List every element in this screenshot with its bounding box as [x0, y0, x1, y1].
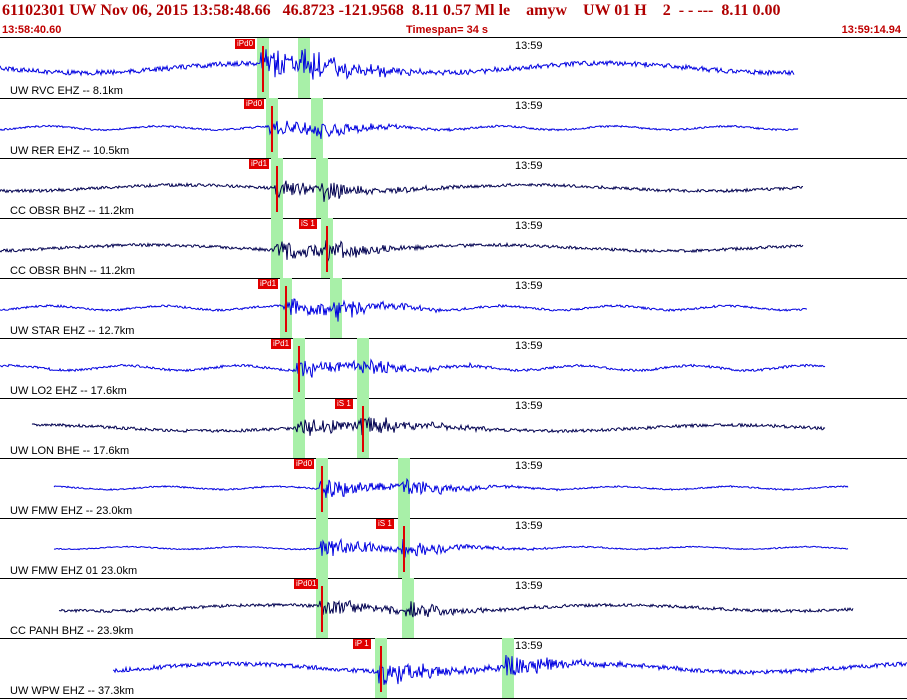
pick-tag[interactable]: iP 1: [353, 639, 371, 649]
waveform-plot: [53, 458, 849, 518]
waveform-plot: [0, 38, 795, 98]
waveform-plot: [58, 578, 854, 638]
pick-tag[interactable]: iS 1: [299, 219, 317, 229]
time-marker-label: 13:59: [515, 640, 543, 652]
waveform-trace: [53, 477, 849, 498]
p-window: [271, 218, 283, 278]
waveform-plot: [112, 638, 907, 698]
channel-panel[interactable]: 13:59 iP 1 UW WPW EHZ -- 37.3km: [0, 638, 907, 699]
channel-panel[interactable]: 13:59 iS 1 UW LON BHE -- 17.6km: [0, 398, 907, 459]
channel-panel[interactable]: 13:59 iS 1 UW FMW EHZ 01 23.0km: [0, 518, 907, 579]
time-marker-label: 13:59: [515, 520, 543, 532]
waveform-plot: [31, 398, 826, 458]
waveform-trace: [0, 240, 804, 262]
channel-label: UW RVC EHZ -- 8.1km: [10, 85, 123, 97]
channel-label: UW FMW EHZ 01 23.0km: [10, 565, 138, 577]
waveform-trace: [53, 537, 849, 558]
pick-tag[interactable]: iS 1: [335, 399, 353, 409]
channel-panel[interactable]: 13:59 iPd1 UW STAR EHZ -- 12.7km: [0, 278, 907, 339]
waveform-plot: [0, 158, 804, 218]
waveform-trace: [0, 298, 807, 322]
channel-label: CC OBSR BHZ -- 11.2km: [10, 205, 134, 217]
time-marker-label: 13:59: [515, 340, 543, 352]
waveform-trace: [0, 120, 799, 139]
waveform-plot: [0, 218, 804, 278]
waveform-trace: [0, 358, 826, 378]
pick-tag[interactable]: iPd01: [294, 579, 319, 589]
pick-tag[interactable]: iPd1: [249, 159, 270, 169]
time-marker-label: 13:59: [515, 160, 543, 172]
waveform-trace: [58, 599, 854, 618]
channel-panel[interactable]: 13:59 iPd0 UW RVC EHZ -- 8.1km: [0, 38, 907, 99]
pick-tag[interactable]: iPd1: [258, 279, 279, 289]
event-title: 61102301 UW Nov 06, 2015 13:58:48.66 46.…: [2, 2, 781, 19]
time-marker-label: 13:59: [515, 400, 543, 412]
waveform-trace: [0, 48, 795, 80]
pick-tag[interactable]: iPd1: [271, 339, 292, 349]
channel-label: UW RER EHZ -- 10.5km: [10, 145, 130, 157]
channel-label: UW WPW EHZ -- 37.3km: [10, 685, 135, 697]
pick-tag[interactable]: iPd0: [244, 99, 265, 109]
time-marker-label: 13:59: [515, 280, 543, 292]
waveform-plot: [0, 98, 799, 158]
channel-label: UW FMW EHZ -- 23.0km: [10, 505, 133, 517]
channel-panel[interactable]: 13:59 iPd1 CC OBSR BHZ -- 11.2km: [0, 158, 907, 219]
s-window: [402, 578, 414, 638]
time-marker-label: 13:59: [515, 100, 543, 112]
channel-panel[interactable]: 13:59 iPd01 CC PANH BHZ -- 23.9km: [0, 578, 907, 639]
time-marker-label: 13:59: [515, 40, 543, 52]
s-window: [316, 158, 328, 218]
channel-panel[interactable]: 13:59 iPd1 UW LO2 EHZ -- 17.6km: [0, 338, 907, 399]
pick-tag[interactable]: iPd0: [235, 39, 256, 49]
channel-label: UW LO2 EHZ -- 17.6km: [10, 385, 127, 397]
waveform-plot: [0, 278, 807, 338]
channel-panel[interactable]: 13:59 iPd0 UW RER EHZ -- 10.5km: [0, 98, 907, 159]
pick-tag[interactable]: iS 1: [376, 519, 394, 529]
event-header: 61102301 UW Nov 06, 2015 13:58:48.66 46.…: [0, 0, 907, 38]
channel-panel[interactable]: 13:59 iPd0 UW FMW EHZ -- 23.0km: [0, 458, 907, 519]
p-window: [293, 398, 305, 458]
s-window: [311, 98, 323, 158]
time-marker-label: 13:59: [515, 460, 543, 472]
channel-panel[interactable]: 13:59 iS 1 CC OBSR BHN -- 11.2km: [0, 218, 907, 279]
channel-label: UW LON BHE -- 17.6km: [10, 445, 130, 457]
channel-label: CC PANH BHZ -- 23.9km: [10, 625, 134, 637]
channel-label: CC OBSR BHN -- 11.2km: [10, 265, 136, 277]
waveform-trace: [0, 180, 804, 202]
time-marker-label: 13:59: [515, 220, 543, 232]
start-time: 13:58:40.60: [2, 24, 62, 36]
time-marker-label: 13:59: [515, 580, 543, 592]
timespan: Timespan= 34 s: [406, 24, 489, 36]
pick-tag[interactable]: iPd0: [294, 459, 315, 469]
waveform-trace: [31, 416, 826, 436]
channel-label: UW STAR EHZ -- 12.7km: [10, 325, 135, 337]
waveform-plot: [0, 338, 826, 398]
end-time: 13:59:14.94: [841, 24, 901, 36]
